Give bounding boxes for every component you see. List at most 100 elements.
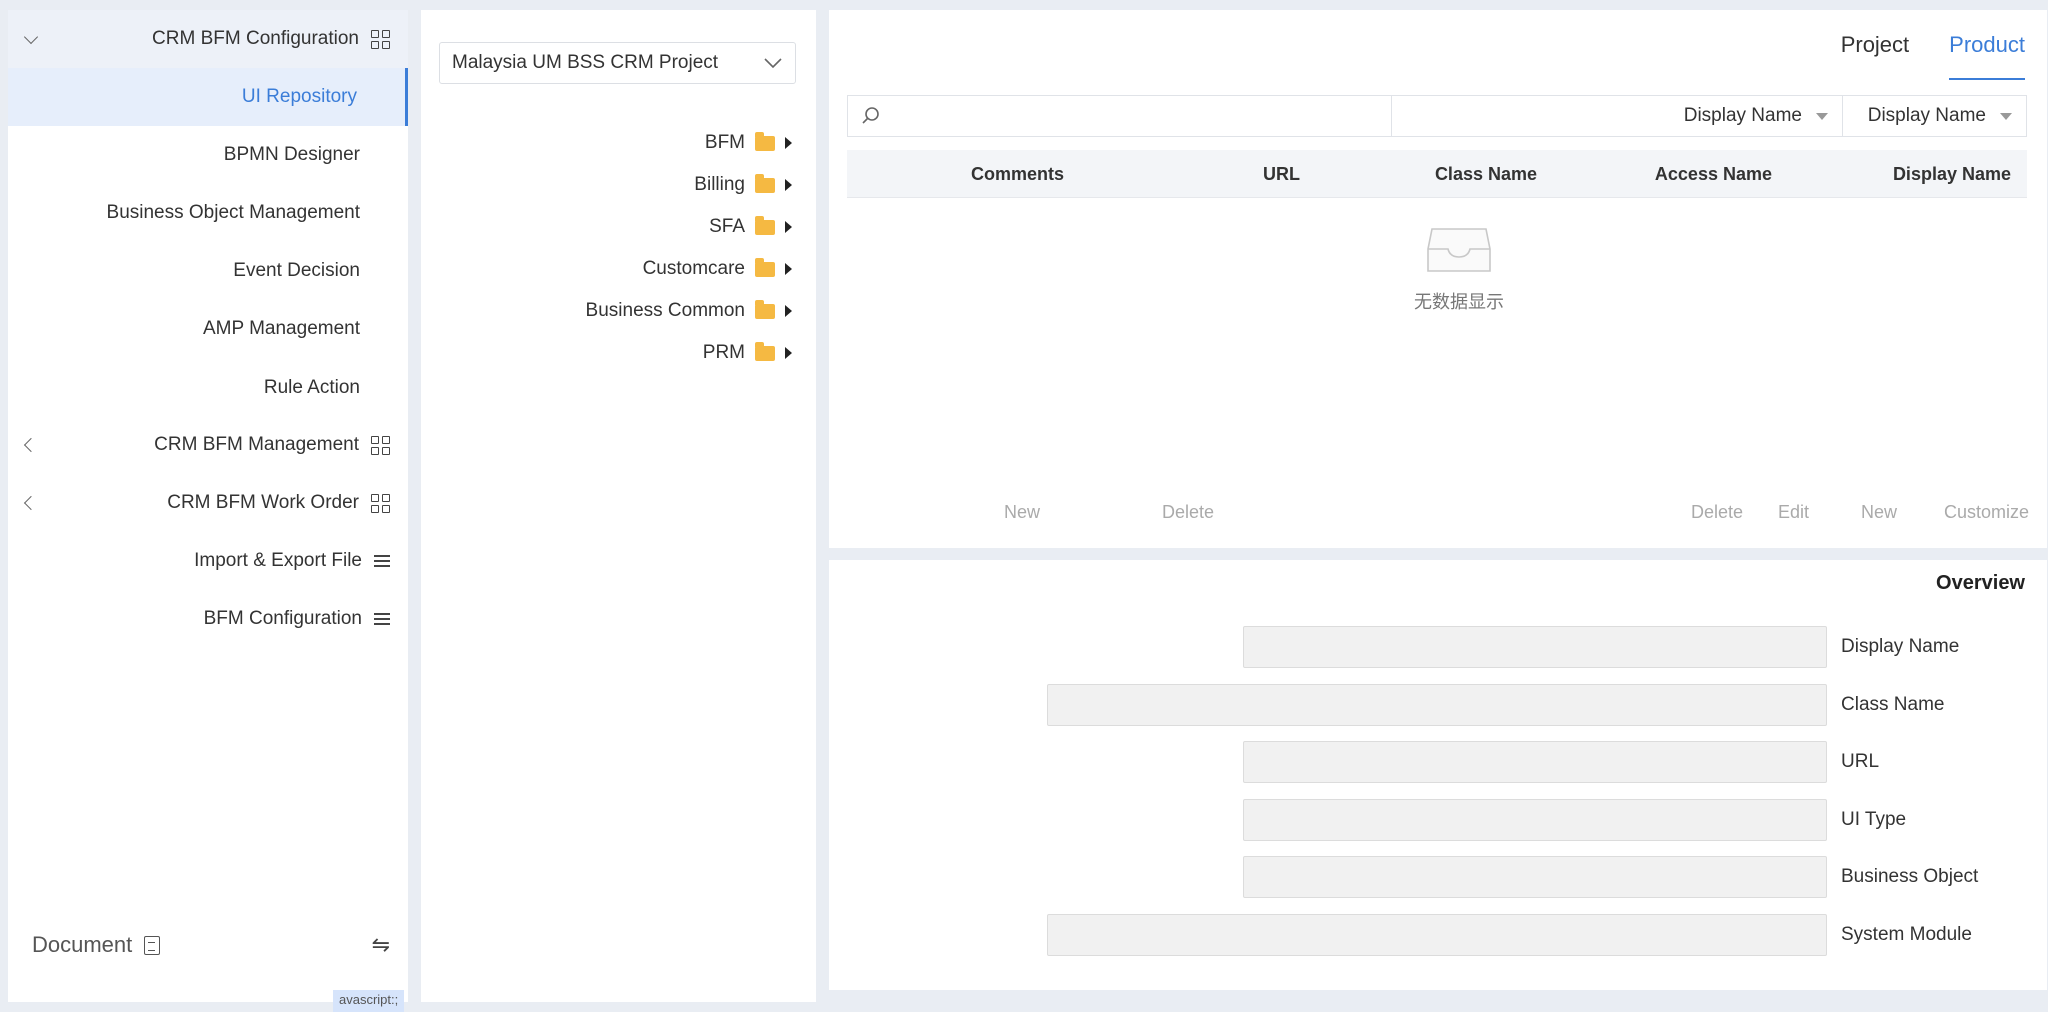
tree-node-prm[interactable]: PRM [586,332,792,374]
document-label: Document [32,932,133,957]
system-module-field[interactable] [1047,914,1827,956]
expand-arrow-icon[interactable] [785,221,792,233]
document-link[interactable]: Document [32,932,161,958]
document-icon [144,935,161,955]
sidebar-footer: Document ⇋ [8,932,408,958]
tree-node-label: PRM [702,342,745,363]
new-button[interactable]: New [1861,502,1897,523]
project-tree-panel: Malaysia UM BSS CRM Project BFM Billing … [421,10,816,1002]
edit-button[interactable]: Edit [1778,502,1809,523]
sidebar-item-rule-action[interactable]: Rule Action [264,377,360,399]
field-select[interactable]: Display Name [1842,96,2026,136]
search-box [848,96,1391,136]
filter-bar: Display Name Display Name [847,95,2027,137]
tree-node-label: Billing [694,174,745,195]
col-comments[interactable]: Comments [971,164,1064,185]
tab-bar: Product Project [1841,32,2025,80]
table-header: Display Name Access Name Class Name URL … [847,150,2027,198]
folder-icon [755,257,775,277]
sidebar-group-crm-bfm-work-order[interactable]: CRM BFM Work Order [8,474,408,532]
chevron-left-icon [23,495,39,511]
status-link-tooltip: avascript:; [333,990,405,1012]
col-class-name[interactable]: Class Name [1435,164,1537,185]
sidebar-item-bpmn-designer[interactable]: BPMN Designer [224,144,360,166]
empty-state: 无数据显示 [1389,225,1529,314]
folder-icon [755,215,775,235]
form-row-ui-type: UI Type [829,799,2047,841]
tree-node-business-common[interactable]: Business Common [586,290,792,332]
condition-select-value: Display Name [1683,105,1802,126]
sidebar-group-label-wrap: CRM BFM Management [154,434,390,456]
url-field[interactable] [1243,741,1827,783]
expand-arrow-icon[interactable] [785,137,792,149]
main-list-panel: Product Project Display Name Display Nam… [829,10,2047,548]
project-select[interactable]: Malaysia UM BSS CRM Project [439,42,796,84]
sidebar-group-label-wrap: CRM BFM Work Order [167,492,390,514]
tree-node-sfa[interactable]: SFA [586,206,792,248]
settings-list-icon [374,554,390,568]
condition-select[interactable]: Display Name [1391,96,1842,136]
col-display-name[interactable]: Display Name [1893,164,2011,185]
tree-node-billing[interactable]: Billing [586,164,792,206]
business-object-field[interactable] [1243,856,1827,898]
caret-down-icon [1816,112,1828,120]
project-select-value: Malaysia UM BSS CRM Project [452,52,719,73]
tab-product[interactable]: Product [1949,32,2025,80]
search-input[interactable] [882,105,1391,127]
sidebar-item-amp-management[interactable]: AMP Management [203,318,360,340]
expand-arrow-icon[interactable] [785,179,792,191]
display-name-label: Display Name [1841,636,1960,657]
tree-node-label: Customcare [642,258,745,279]
url-label: URL [1841,751,1880,772]
grid-icon [371,493,390,513]
col-url[interactable]: URL [1263,164,1300,185]
sidebar-group-label: CRM BFM Management [154,434,359,455]
sidebar-item-label-wrap: Import & Export File [194,550,390,572]
tree-node-label: Business Common [585,300,745,321]
sidebar-group-crm-bfm-management[interactable]: CRM BFM Management [8,416,408,474]
display-name-field[interactable] [1243,626,1827,668]
chevron-down-icon [23,29,39,45]
sidebar-group-crm-bfm-configuration[interactable]: CRM BFM Configuration [8,10,408,68]
expand-arrow-icon[interactable] [785,305,792,317]
sidebar-item-label: BFM Configuration [203,608,362,629]
folder-icon [755,173,775,193]
project-tree: BFM Billing SFA Customcare Business Comm… [586,122,792,374]
sidebar-group-label: CRM BFM Configuration [152,28,359,49]
tree-node-customcare[interactable]: Customcare [586,248,792,290]
sidebar: CRM BFM Configuration UI Repository BPMN… [8,10,408,1002]
empty-text: 无数据显示 [1414,292,1504,312]
field-select-value: Display Name [1867,105,1986,126]
folder-icon [755,131,775,151]
tree-node-label: BFM [704,132,745,153]
expand-arrow-icon[interactable] [785,347,792,359]
sidebar-item-business-object-management[interactable]: Business Object Management [107,202,360,224]
delete-button-secondary[interactable]: Delete [1162,502,1214,523]
tree-node-bfm[interactable]: BFM [586,122,792,164]
grid-icon [371,29,390,49]
sidebar-item-bfm-configuration[interactable]: BFM Configuration [8,590,408,648]
chevron-down-icon [764,58,782,69]
settings-list-icon [374,612,390,626]
sidebar-item-import-export-file[interactable]: Import & Export File [8,532,408,590]
form-row-url: URL [829,741,2047,783]
sidebar-item-event-decision[interactable]: Event Decision [233,260,360,282]
sidebar-group-label-wrap: CRM BFM Configuration [152,28,390,50]
ui-type-field[interactable] [1243,799,1827,841]
business-object-label: Business Object [1841,866,1979,887]
search-icon[interactable] [860,105,882,127]
form-row-business-object: Business Object [829,856,2047,898]
class-name-field[interactable] [1047,684,1827,726]
delete-button[interactable]: Delete [1691,502,1743,523]
collapse-toggle-icon[interactable]: ⇋ [372,932,390,958]
tab-project[interactable]: Project [1841,32,1909,80]
new-button-secondary[interactable]: New [1004,502,1040,523]
customize-button[interactable]: Customize [1944,502,2029,523]
tree-node-label: SFA [709,216,745,237]
expand-arrow-icon[interactable] [785,263,792,275]
col-access-name[interactable]: Access Name [1655,164,1772,185]
ui-type-label: UI Type [1841,809,1907,830]
sidebar-item-label: UI Repository [241,86,357,107]
sidebar-item-ui-repository[interactable]: UI Repository [8,68,408,126]
sidebar-group-label: CRM BFM Work Order [167,492,359,513]
